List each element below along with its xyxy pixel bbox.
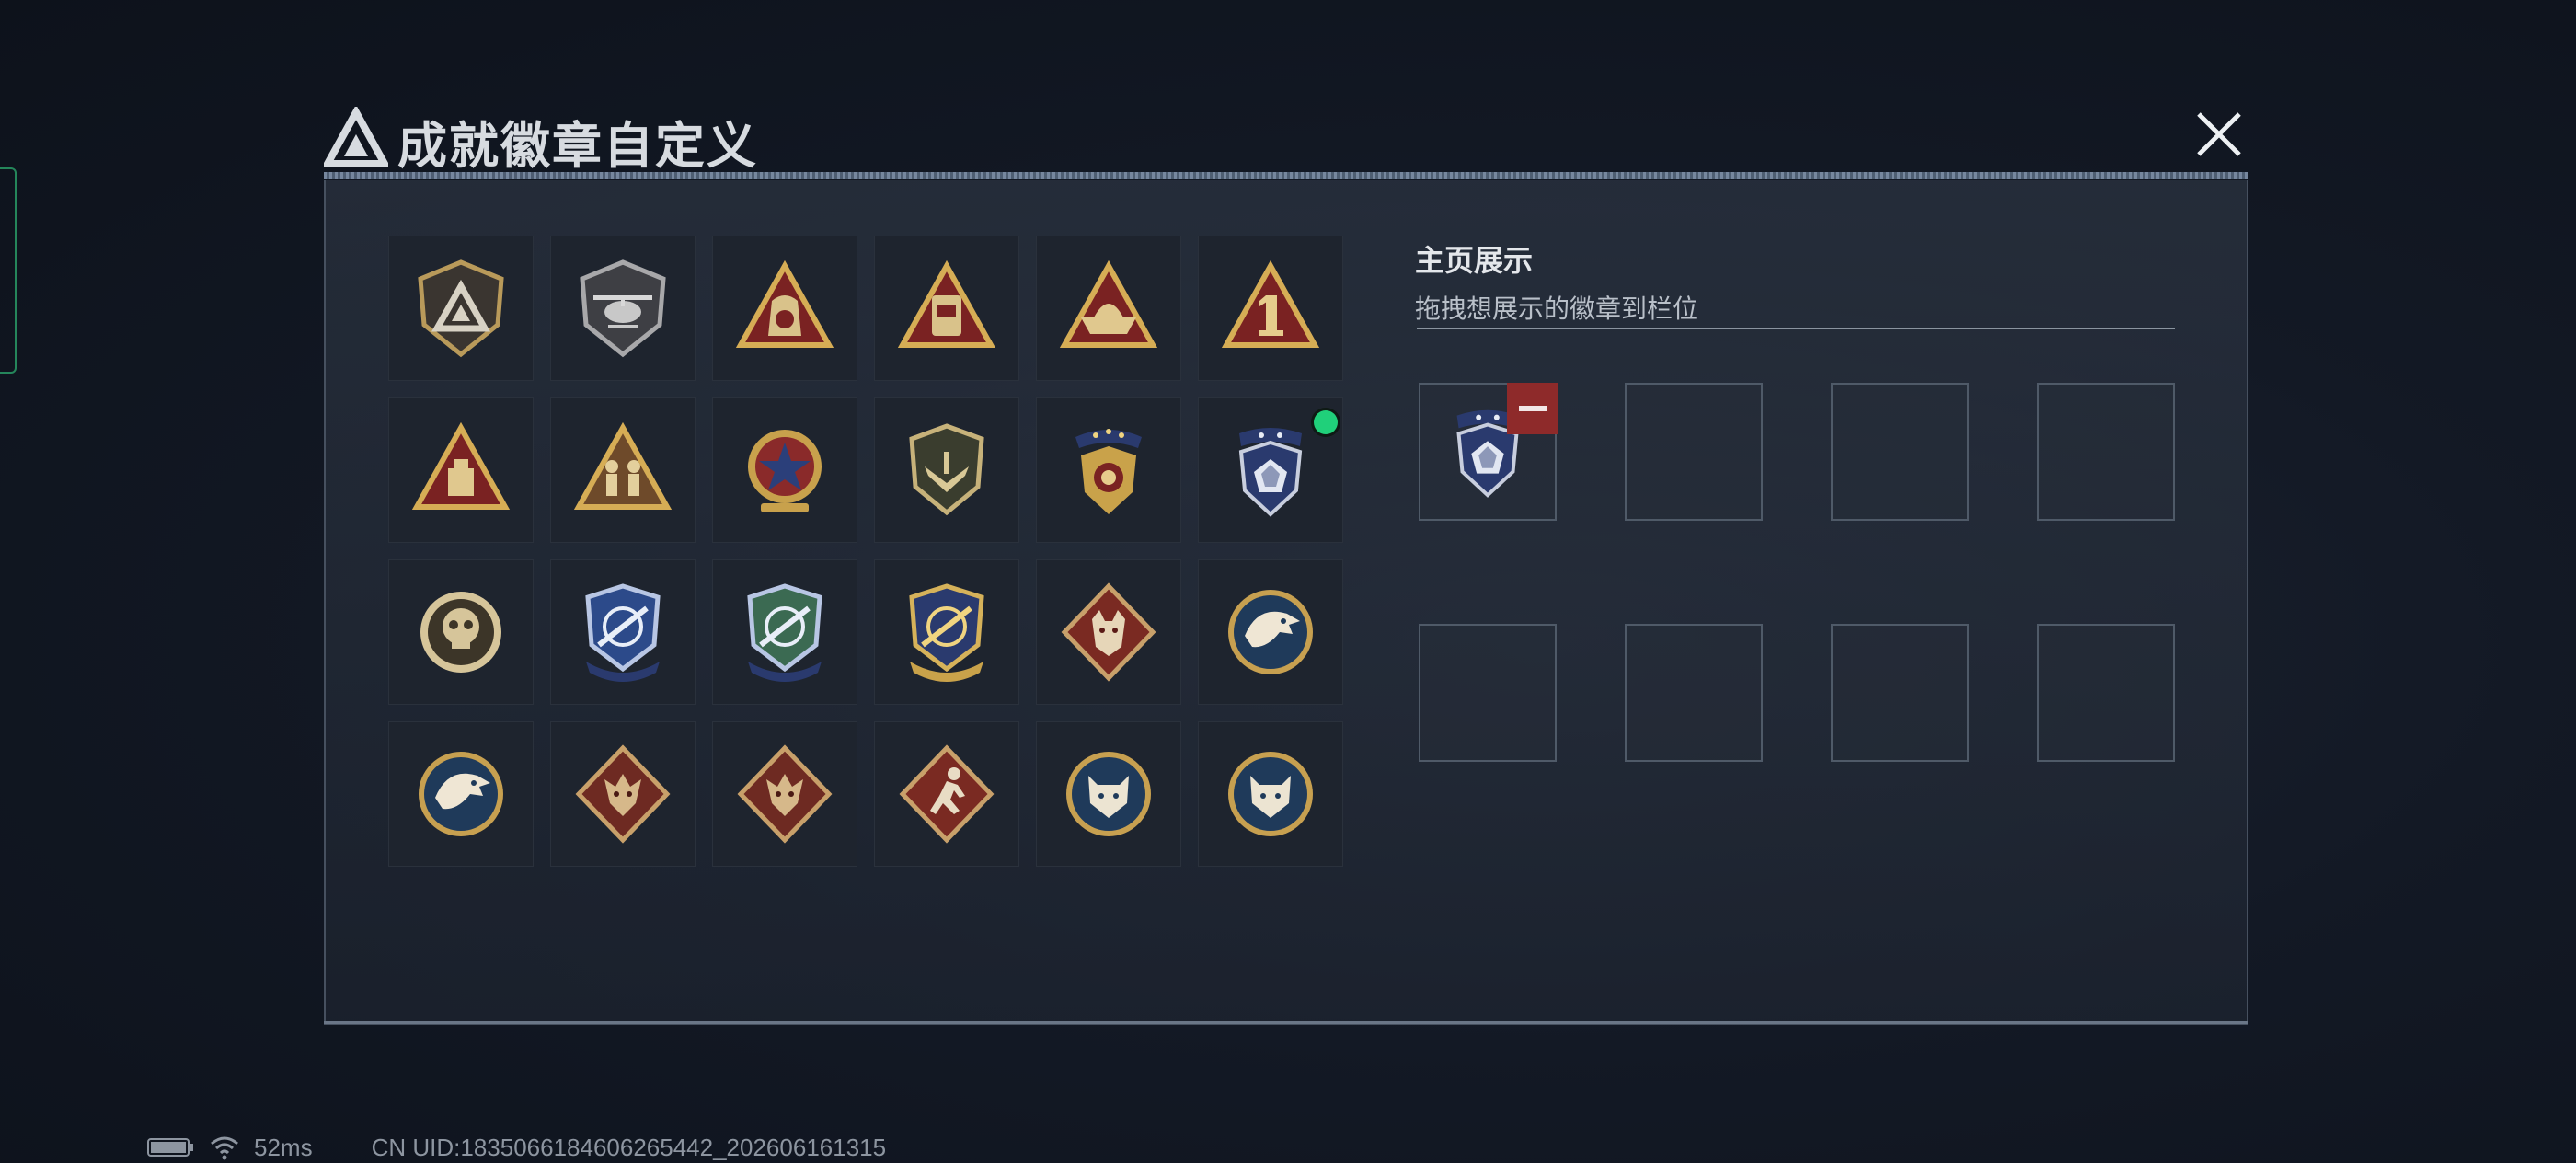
battery-icon bbox=[147, 1138, 193, 1157]
badge-cell[interactable] bbox=[874, 559, 1019, 705]
user-uid: CN UID:1835066184606265442_202606161315 bbox=[371, 1133, 887, 1161]
runner-diamond-badge-icon bbox=[899, 744, 995, 844]
ship-triangle-badge-icon bbox=[1059, 259, 1158, 348]
skull-crosshair-badge-icon bbox=[420, 592, 501, 673]
status-bar: 52ms CN UID:1835066184606265442_20260616… bbox=[147, 1134, 886, 1161]
number-1-triangle-badge-icon bbox=[1221, 259, 1320, 348]
diamond-shield-badge-icon bbox=[1238, 428, 1303, 517]
badge-cell[interactable] bbox=[1198, 721, 1343, 867]
side-tab[interactable] bbox=[0, 167, 17, 374]
panel-bottom-edge bbox=[324, 1021, 2248, 1024]
badge-cell[interactable] bbox=[550, 236, 696, 381]
dragon-diamond-badge-icon bbox=[575, 744, 671, 844]
dragon-diamond-badge-2-icon bbox=[737, 744, 833, 844]
bag-55-triangle-badge-icon bbox=[735, 259, 834, 348]
delta-logo-icon bbox=[324, 107, 388, 167]
badge-cell[interactable] bbox=[1036, 721, 1181, 867]
badge-cell[interactable] bbox=[1036, 236, 1181, 381]
showcase-slot[interactable] bbox=[2037, 383, 2175, 521]
star-medal-badge-icon bbox=[748, 430, 822, 512]
badge-cell[interactable] bbox=[874, 236, 1019, 381]
badge-cell[interactable] bbox=[712, 559, 857, 705]
gold-stars-shield-badge-icon bbox=[1075, 429, 1142, 514]
showcase-slot[interactable] bbox=[1419, 624, 1557, 762]
eagle-round-badge-2-icon bbox=[419, 752, 503, 836]
badge-cell[interactable] bbox=[550, 559, 696, 705]
page-title: 成就徽章自定义 bbox=[397, 119, 758, 174]
badge-cell[interactable] bbox=[388, 559, 534, 705]
showcase-subtitle: 拖拽想展示的徽章到栏位 bbox=[1415, 294, 1699, 323]
remove-badge-button[interactable] bbox=[1507, 383, 1558, 434]
bag-57-triangle-badge-icon bbox=[897, 259, 996, 348]
wifi-icon bbox=[211, 1136, 238, 1160]
showcase-slot[interactable] bbox=[1419, 383, 1558, 521]
close-button[interactable] bbox=[2188, 103, 2250, 166]
badge-cell[interactable] bbox=[1198, 236, 1343, 381]
title-divider bbox=[324, 172, 2248, 179]
ping-value: 52ms bbox=[254, 1133, 313, 1161]
close-icon bbox=[2197, 112, 2241, 156]
badge-cell[interactable] bbox=[874, 721, 1019, 867]
showcase-header: 主页展示 拖拽想展示的徽章到栏位 bbox=[1415, 237, 1698, 326]
badge-cell[interactable] bbox=[712, 397, 857, 543]
badge-cell[interactable] bbox=[550, 397, 696, 543]
badge-cell[interactable] bbox=[388, 236, 534, 381]
showcase-title: 主页展示 bbox=[1415, 244, 1534, 277]
badge-cell[interactable] bbox=[1036, 397, 1181, 543]
showcase-slot[interactable] bbox=[1831, 383, 1969, 521]
wings-shield-badge-icon bbox=[909, 423, 984, 516]
delta-logo-shield-badge-icon bbox=[418, 259, 504, 358]
new-indicator bbox=[1314, 410, 1338, 434]
showcase-divider bbox=[1417, 328, 2175, 329]
badge-cell[interactable] bbox=[1036, 559, 1181, 705]
badge-cell[interactable] bbox=[388, 397, 534, 543]
badge-grid bbox=[388, 236, 1345, 867]
showcase-slot[interactable] bbox=[2037, 624, 2175, 762]
lynx-round-badge-icon bbox=[1066, 752, 1151, 836]
badge-cell[interactable] bbox=[388, 721, 534, 867]
badge-cell[interactable] bbox=[712, 721, 857, 867]
badge-cell[interactable] bbox=[712, 236, 857, 381]
rifle-shield-badge-gold-icon bbox=[909, 583, 984, 682]
helicopter-shield-badge-icon bbox=[580, 259, 666, 358]
eagle-round-badge-icon bbox=[1228, 590, 1313, 674]
badge-cell[interactable] bbox=[874, 397, 1019, 543]
rifle-shield-badge-blue-icon bbox=[585, 583, 661, 682]
badge-cell[interactable] bbox=[1198, 397, 1343, 543]
soldiers-triangle-badge-icon bbox=[573, 421, 673, 510]
lynx-round-badge-2-icon bbox=[1228, 752, 1313, 836]
showcase-slot[interactable] bbox=[1625, 383, 1763, 521]
rifle-shield-badge-green-icon bbox=[747, 583, 822, 682]
badge-cell[interactable] bbox=[1198, 559, 1343, 705]
showcase-slot[interactable] bbox=[1831, 624, 1969, 762]
minus-icon bbox=[1519, 406, 1547, 411]
title-bar: 成就徽章自定义 bbox=[324, 99, 2256, 182]
wolf-diamond-badge-icon bbox=[1061, 582, 1156, 682]
crate-triangle-badge-icon bbox=[411, 421, 511, 510]
badge-cell[interactable] bbox=[550, 721, 696, 867]
showcase-slot[interactable] bbox=[1625, 624, 1763, 762]
showcase-slots bbox=[1419, 383, 2175, 767]
